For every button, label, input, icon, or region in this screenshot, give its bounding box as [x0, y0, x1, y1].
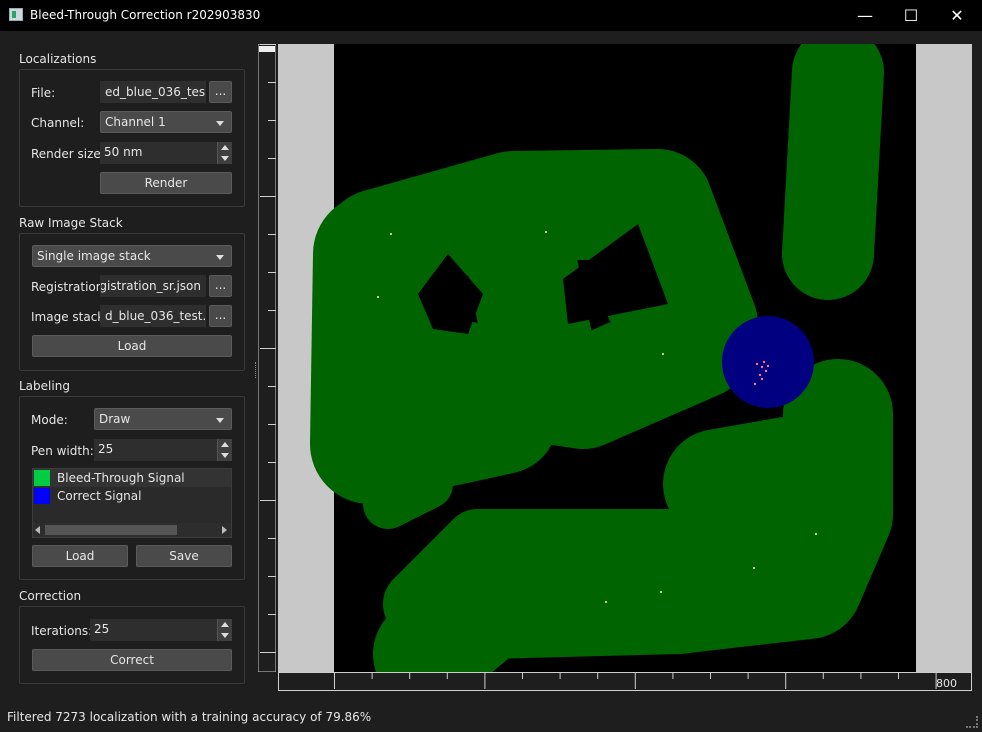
render-size-label: Render size:	[31, 147, 105, 161]
stack-mode-select[interactable]: Single image stack	[32, 245, 232, 267]
close-button[interactable]: ✕	[934, 0, 980, 31]
mode-label: Mode:	[31, 413, 68, 427]
spin-down-icon[interactable]	[217, 153, 232, 164]
image-stack-label: Image stack:	[31, 310, 109, 324]
resize-grip[interactable]	[966, 716, 978, 728]
scrollbar-thumb[interactable]	[45, 525, 177, 535]
file-field[interactable]: ed_blue_036_test.tsf	[100, 81, 206, 103]
labels-save-button[interactable]: Save	[136, 545, 232, 567]
correction-group-title: Correction	[19, 589, 82, 603]
localizations-group-title: Localizations	[19, 52, 97, 66]
registration-browse-button[interactable]: ...	[209, 275, 232, 297]
render-size-spinbox[interactable]: 50 nm	[100, 142, 232, 164]
image-stack-field[interactable]: d_blue_036_test.tif	[100, 305, 206, 327]
spin-up-icon[interactable]	[217, 619, 232, 630]
correct-button[interactable]: Correct	[32, 649, 232, 671]
status-message: Filtered 7273 localization with a traini…	[7, 710, 372, 724]
image-canvas[interactable]	[278, 44, 972, 672]
channel-label: Channel:	[31, 116, 85, 130]
spin-up-icon[interactable]	[217, 142, 232, 153]
labels-load-button[interactable]: Load	[32, 545, 128, 567]
bleed-through-swatch	[34, 470, 50, 486]
ruler-label: 800	[936, 677, 957, 690]
registration-label: Registration:	[31, 280, 108, 294]
spin-up-icon[interactable]	[217, 439, 232, 450]
labeling-mode-value: Draw	[99, 412, 131, 426]
iterations-spinbox[interactable]: 25	[90, 619, 232, 641]
horizontal-ruler: 800	[278, 672, 972, 691]
spin-down-icon[interactable]	[217, 630, 232, 641]
chevron-down-icon	[216, 418, 224, 423]
canvas-margin-right	[916, 44, 972, 672]
iterations-value: 25	[94, 622, 110, 636]
spin-down-icon[interactable]	[217, 450, 232, 461]
file-label: File:	[31, 86, 56, 100]
stack-load-button[interactable]: Load	[32, 335, 232, 357]
registration-field[interactable]: registration_sr.json	[100, 275, 206, 297]
labeling-mode-select[interactable]: Draw	[94, 408, 232, 430]
labeling-group-title: Labeling	[19, 379, 70, 393]
channel-select[interactable]: Channel 1	[100, 111, 232, 133]
chevron-down-icon	[216, 121, 224, 126]
correct-signal-label[interactable]: Correct Signal	[57, 489, 141, 503]
scroll-right-icon[interactable]	[222, 526, 227, 534]
correct-signal-region	[722, 316, 814, 408]
maximize-button[interactable]: ☐	[888, 0, 934, 31]
iterations-label: Iterations:	[31, 624, 93, 638]
pen-width-value: 25	[98, 442, 114, 456]
render-button[interactable]: Render	[100, 172, 232, 194]
correct-signal-swatch	[34, 488, 50, 504]
pen-width-label: Pen width:	[31, 444, 94, 458]
window-title: Bleed-Through Correction r202903830	[30, 8, 261, 22]
minimize-button[interactable]: —	[842, 0, 888, 31]
pen-width-spinbox[interactable]: 25	[94, 439, 232, 461]
render-size-value: 50 nm	[104, 145, 143, 159]
file-browse-button[interactable]: ...	[209, 81, 232, 103]
vertical-ruler	[258, 44, 276, 672]
image-stack-browse-button[interactable]: ...	[209, 305, 232, 327]
chevron-down-icon	[216, 255, 224, 260]
scroll-left-icon[interactable]	[35, 526, 40, 534]
raw-image-stack-group-title: Raw Image Stack	[19, 216, 123, 230]
bleed-through-label[interactable]: Bleed-Through Signal	[57, 471, 185, 485]
correction-group	[19, 606, 245, 684]
app-icon	[9, 8, 23, 21]
channel-select-value: Channel 1	[105, 115, 166, 129]
stack-mode-value: Single image stack	[37, 249, 151, 263]
